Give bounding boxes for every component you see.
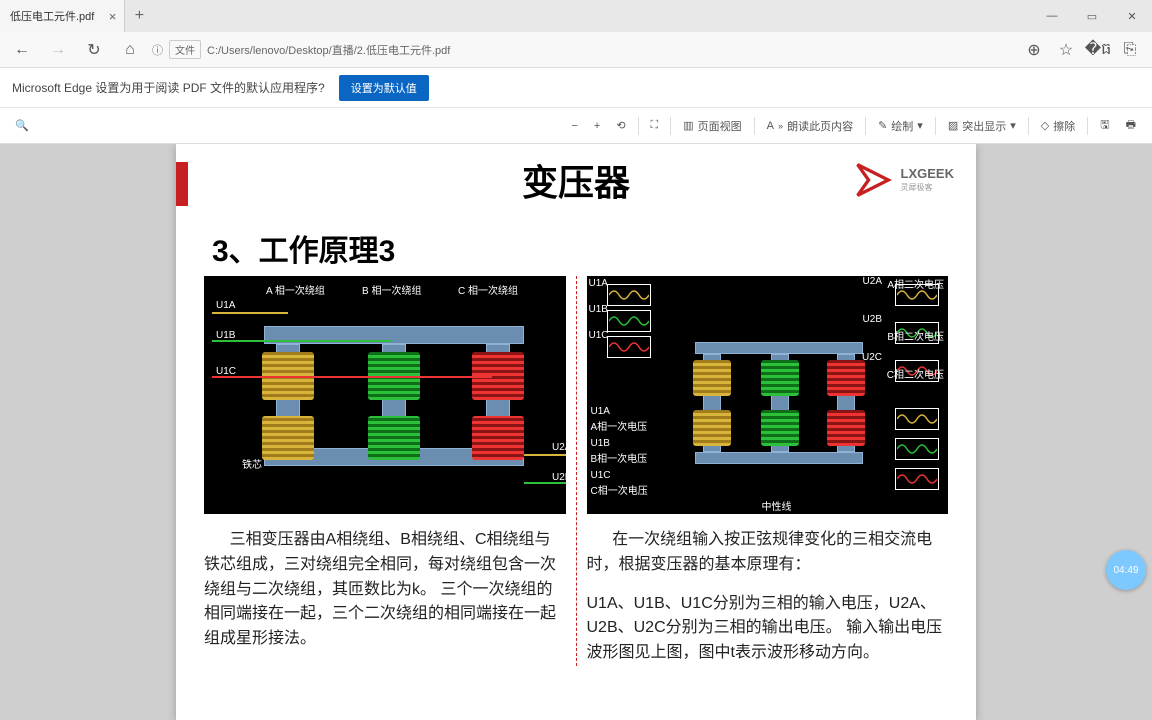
notification-text: Microsoft Edge 设置为用于阅读 PDF 文件的默认应用程序? [12,79,325,96]
back-button[interactable]: ← [8,36,36,64]
refresh-button[interactable]: ↻ [80,36,108,64]
page-view-button[interactable]: ▥ 页面视图 [675,118,749,134]
collections-icon[interactable]: �ធ [1084,36,1112,64]
close-window-button[interactable]: ✕ [1112,0,1152,32]
left-paragraph: 三相变压器由A相绕组、B相绕组、C相绕组与铁芯组成，三对绕组完全相同，每对绕组包… [204,528,566,652]
red-accent [176,162,188,206]
zoom-icon[interactable]: ⊕ [1020,36,1048,64]
url-text: C:/Users/lenovo/Desktop/直播/2.低压电工元件.pdf [207,42,450,58]
maximize-button[interactable]: ▭ [1072,0,1112,32]
fit-page-button[interactable]: ⛶ [643,119,667,132]
rotate-button[interactable]: ⟲ [608,119,633,132]
slide-title: 变压器 [194,144,958,210]
zoom-in-button[interactable]: + [586,120,608,132]
save-button[interactable]: 🖫 [1092,116,1117,135]
right-paragraph-1: 在一次绕组输入按正弦规律变化的三相交流电时，根据变压器的基本原理有： [587,528,949,578]
profile-icon[interactable]: ⎘ [1116,36,1144,64]
transformer-diagram-left: A 相一次绕组 B 相一次绕组 C 相一次绕组 U1A U1B U1C 铁芯 U… [204,276,566,514]
home-button[interactable]: ⌂ [116,36,144,64]
new-tab-button[interactable]: + [125,2,153,30]
address-field[interactable]: ⓘ 文件 C:/Users/lenovo/Desktop/直播/2.低压电工元件… [152,40,450,59]
pdf-page: LXGEEK灵犀极客 变压器 3、工作原理3 [176,144,976,720]
section-heading: 3、工作原理3 [212,226,958,270]
timestamp-badge[interactable]: 04:49 [1106,550,1146,590]
highlight-button[interactable]: ▨ 突出显示 ▾ [940,118,1024,134]
brand-logo: LXGEEK灵犀极客 [851,158,954,202]
search-icon[interactable]: 🔍 [8,112,36,140]
transformer-diagram-right: U1A U1B U1C U1A A相一次电压 U1B B相一次电压 U1C C相… [587,276,949,514]
zoom-out-button[interactable]: − [563,120,585,132]
notification-bar: Microsoft Edge 设置为用于阅读 PDF 文件的默认应用程序? 设置… [0,68,1152,108]
right-paragraph-2: U1A、U1B、U1C分别为三相的输入电压，U2A、U2B、U2C分别为三相的输… [587,592,949,666]
draw-button[interactable]: ✎ 绘制 ▾ [870,118,931,134]
titlebar: 低压电工元件.pdf × + — ▭ ✕ [0,0,1152,32]
pdf-toolbar: 🔍 − + ⟲ ⛶ ▥ 页面视图 A» 朗读此页内容 ✎ 绘制 ▾ ▨ 突出显示… [0,108,1152,144]
browser-tab[interactable]: 低压电工元件.pdf × [0,0,125,32]
tab-title: 低压电工元件.pdf [10,8,94,24]
print-button[interactable]: 🖶 [1118,116,1144,135]
favorite-icon[interactable]: ☆ [1052,36,1080,64]
info-icon: ⓘ [152,42,163,58]
pdf-viewer[interactable]: LXGEEK灵犀极客 变压器 3、工作原理3 [0,144,1152,720]
set-default-button[interactable]: 设置为默认值 [339,75,429,101]
file-badge: 文件 [169,40,201,59]
erase-button[interactable]: ◇ 擦除 [1033,118,1083,134]
close-tab-icon[interactable]: × [109,9,117,24]
minimize-button[interactable]: — [1032,0,1072,32]
forward-button[interactable]: → [44,36,72,64]
read-aloud-button[interactable]: A» 朗读此页内容 [759,118,861,134]
address-bar: ← → ↻ ⌂ ⓘ 文件 C:/Users/lenovo/Desktop/直播/… [0,32,1152,68]
